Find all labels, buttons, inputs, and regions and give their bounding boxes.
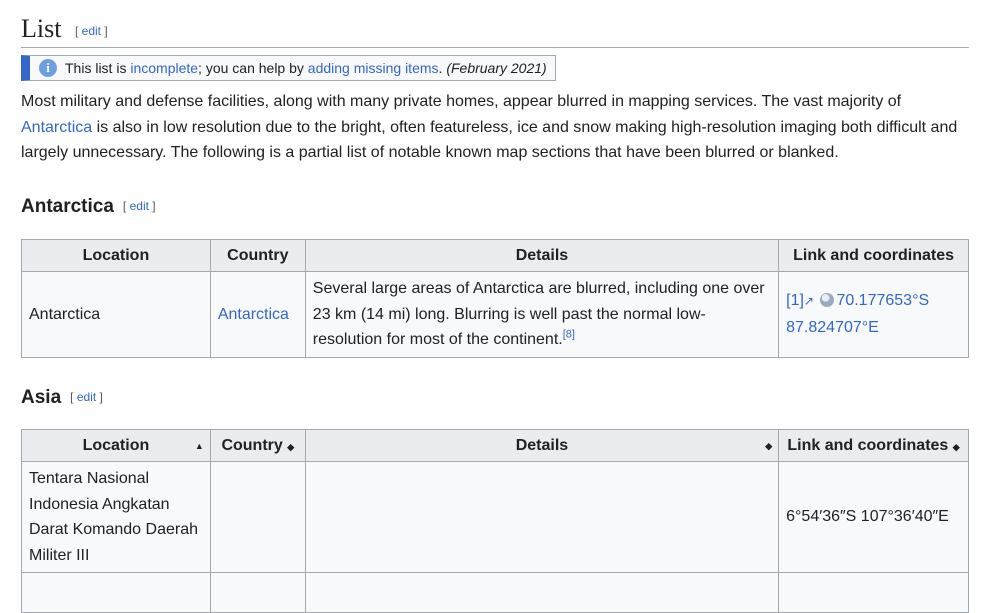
column-header-link-coordinates: Link and coordinates [778,239,969,272]
cell-location: Antarctica [21,271,211,358]
heading-antarctica: Antarctica[ edit ] [21,196,156,217]
heading-asia: Asia[ edit ] [21,387,103,408]
notice-text: This list is incomplete; you can help by… [65,60,547,76]
table-header-row: Location ▲ Country ◆ Details ◆ Link and co… [21,429,969,462]
intro-paragraph: Most military and defense facilities, al… [21,93,958,161]
sort-icon[interactable]: ◆ [765,441,772,452]
column-header-details[interactable]: Details ◆ [304,429,780,462]
antarctica-link[interactable]: Antarctica [21,119,92,136]
sort-icon[interactable]: ◆ [953,442,960,452]
column-header-country[interactable]: Country ◆ [209,429,306,462]
column-header-link-coordinates[interactable]: Link and coordinates ◆ [778,429,969,462]
cell-link-coordinates: 6°54′36″S 107°36′40″E [778,461,969,573]
external-link[interactable]: [1] [786,292,804,309]
info-icon: i [39,59,57,77]
notice-date: (February 2021) [446,60,547,76]
country-link[interactable]: Antarctica [218,306,289,323]
section-heading-list: List [ edit ] [21,12,969,48]
adding-missing-items-link[interactable]: adding missing items [308,60,439,76]
cell-link-coordinates: [1]↗ 70.177653°S 87.824707°E [778,271,969,358]
edit-section-link[interactable]: [ edit ] [70,390,103,404]
column-header-details: Details [304,239,780,272]
table-header-row: Location Country Details Link and coordi… [21,239,969,272]
page-section-title: List [21,14,62,43]
table-row: Tentara Nasional Indonesia Angkatan Dara… [21,461,969,573]
cell-country: Antarctica [209,271,306,358]
sort-icon[interactable]: ◆ [287,442,294,452]
sort-icon[interactable]: ▲ [195,441,204,451]
reference-link[interactable]: [8] [563,329,575,341]
column-header-location[interactable]: Location ▲ [21,429,211,462]
incomplete-list-notice: i This list is incomplete; you can help … [21,55,556,81]
cell-details: Several large areas of Antarctica are bl… [304,271,780,358]
antarctica-table: Location Country Details Link and coordi… [21,239,969,358]
column-header-location: Location [21,239,211,272]
cell-country [209,461,306,573]
edit-section-link[interactable]: [ edit ] [75,24,108,38]
cell-location: Tentara Nasional Indonesia Angkatan Dara… [21,461,211,573]
column-header-country: Country [209,239,306,272]
external-link-icon: ↗ [803,294,814,309]
incomplete-link[interactable]: incomplete [130,60,198,76]
table-row: Antarctica Antarctica Several large area… [21,271,969,358]
globe-icon[interactable] [820,293,835,308]
edit-section-link[interactable]: [ edit ] [123,199,156,213]
asia-table: Location ▲ Country ◆ Details ◆ Link and co… [21,429,969,613]
cell-details [304,461,780,573]
